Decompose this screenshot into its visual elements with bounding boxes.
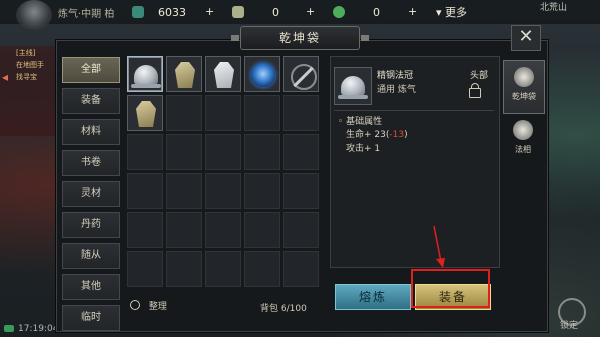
pointer-arrow-icon [433, 225, 445, 268]
tab-dharma-form-label: 法相 [515, 145, 531, 154]
bag-icon [514, 67, 534, 87]
tab-dharma-form[interactable]: 法相 [503, 114, 543, 166]
tab-bag[interactable]: 乾坤袋 [503, 60, 545, 114]
armor-icon [513, 120, 533, 140]
tab-bag-label: 乾坤袋 [512, 92, 536, 101]
